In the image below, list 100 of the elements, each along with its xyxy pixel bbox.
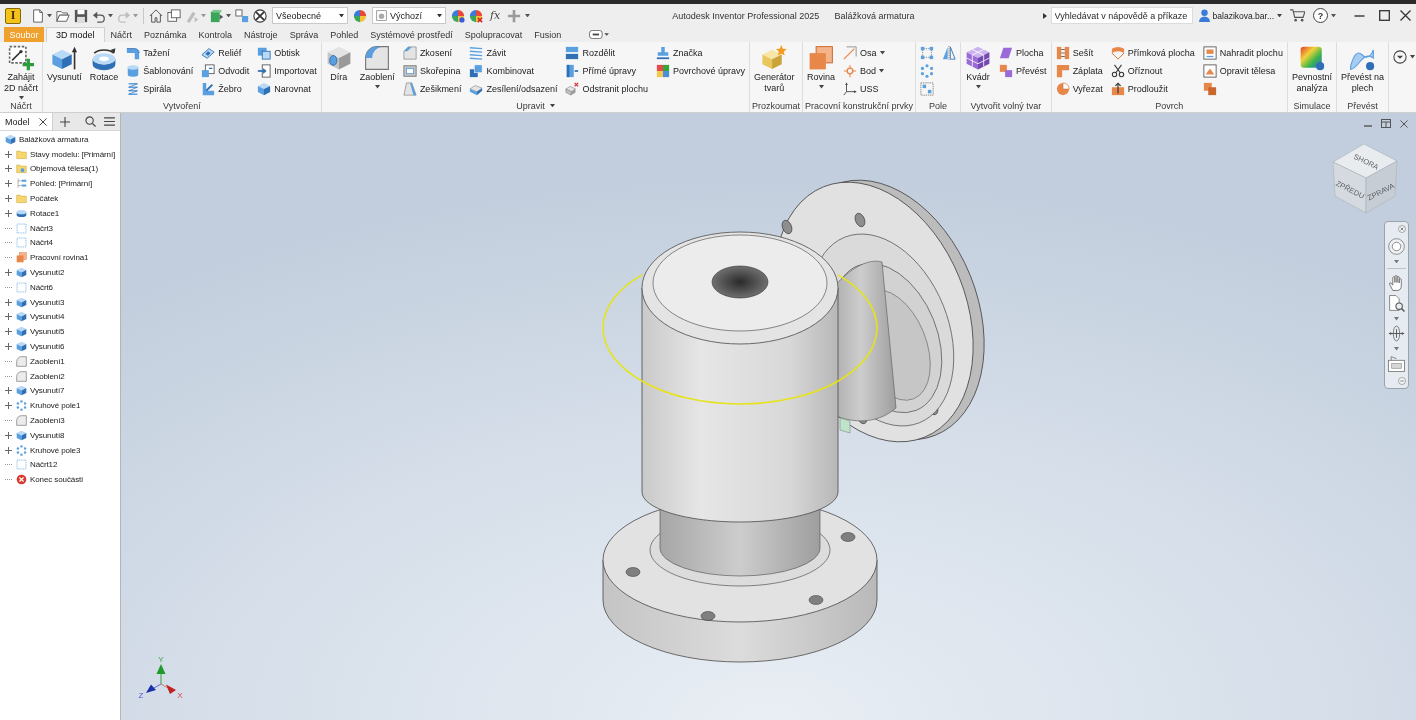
color-wheel-dot-icon[interactable]: [451, 8, 465, 23]
tool-button[interactable]: Šablonování: [124, 62, 196, 80]
framed-screen-icon[interactable]: [1388, 355, 1405, 373]
large-tool-button[interactable]: Kvádr: [963, 44, 994, 89]
expand-icon[interactable]: [5, 328, 12, 336]
tree-item[interactable]: Náčrt6: [30, 282, 53, 292]
ribbon-tab[interactable]: 3D model: [46, 27, 105, 42]
large-tool-button[interactable]: Rovina: [805, 44, 838, 89]
tree-item[interactable]: Zaoblení1: [30, 356, 65, 366]
page-magnifier-icon[interactable]: [1388, 295, 1405, 313]
save-icon[interactable]: [74, 8, 88, 23]
tree-item[interactable]: Balážková armatura: [19, 134, 89, 144]
maximize-icon[interactable]: [1379, 10, 1390, 21]
tool-button[interactable]: Plocha: [997, 44, 1049, 62]
ribbon-tab[interactable]: Poznámka: [138, 27, 193, 42]
plus-icon[interactable]: [59, 116, 70, 127]
tree-item[interactable]: Stavy modelu: [Primární]: [30, 149, 116, 159]
help-button[interactable]: ?: [1313, 8, 1328, 23]
panel-toggle-icon[interactable]: [589, 30, 610, 39]
large-tool-button[interactable]: Pevnostní analýza: [1289, 44, 1334, 94]
ribbon-tab[interactable]: Pohled: [324, 27, 365, 42]
tool-button[interactable]: USS: [841, 80, 887, 98]
tool-button[interactable]: Žebro: [199, 80, 252, 98]
tree-item[interactable]: Náčrt12: [30, 460, 58, 470]
toolbar-button[interactable]: [30, 7, 53, 24]
search-icon[interactable]: [85, 116, 96, 127]
tree-item[interactable]: Pohled: [Primární]: [30, 179, 93, 189]
expand-icon[interactable]: [5, 431, 12, 439]
close-icon[interactable]: [1400, 10, 1411, 21]
tool-button[interactable]: Převést: [997, 62, 1049, 80]
ribbon-tab[interactable]: Spolupracovat: [458, 27, 529, 42]
browser-tab[interactable]: Model: [0, 113, 53, 130]
ribbon-tab[interactable]: Systémové prostředí: [364, 27, 459, 42]
cart-icon[interactable]: [1290, 9, 1305, 22]
ribbon-tab[interactable]: Kontrola: [192, 27, 239, 42]
tool-button[interactable]: Značka: [654, 44, 748, 62]
large-tool-button[interactable]: Převést na plech: [1338, 44, 1386, 94]
expand-icon[interactable]: [5, 343, 12, 351]
tool-button[interactable]: Zesílení/odsazení: [467, 80, 560, 98]
tree-item[interactable]: Zaoblení3: [30, 416, 65, 426]
tool-button[interactable]: Odstranit plochu: [563, 80, 650, 98]
tree-item[interactable]: Vysunutí5: [30, 327, 65, 337]
tool-button[interactable]: Vyřezat: [1053, 80, 1105, 98]
expand-icon[interactable]: [5, 180, 12, 188]
large-tool-button[interactable]: Zahájit 2D náčrt: [2, 44, 40, 100]
tool-button[interactable]: Přímé úpravy: [563, 62, 650, 80]
minimize-icon[interactable]: [1354, 14, 1365, 17]
appearance-dropdown[interactable]: Výchozí: [372, 7, 446, 24]
tree-item[interactable]: Zaoblení2: [30, 371, 65, 381]
tool-button[interactable]: Kombinovat: [467, 62, 560, 80]
home-icon[interactable]: [149, 8, 163, 23]
tree-item[interactable]: Vysunutí4: [30, 312, 65, 322]
crossed-circle-icon[interactable]: [253, 8, 267, 23]
caret-icon[interactable]: [1331, 13, 1336, 18]
style-dropdown[interactable]: Všeobecné: [272, 7, 348, 24]
tool-button[interactable]: Nahradit plochu: [1200, 44, 1285, 62]
large-tool-button[interactable]: Vysunutí: [45, 44, 84, 83]
large-tool-button[interactable]: Rotace: [87, 44, 121, 83]
expand-icon[interactable]: [5, 209, 12, 217]
tree-item[interactable]: Objemová tělesa(1): [30, 164, 98, 174]
tree-item[interactable]: Vysunutí7: [30, 386, 65, 396]
tree-item[interactable]: Konec součásti: [30, 475, 83, 485]
tree-item[interactable]: Náčrt3: [30, 223, 53, 233]
tree-item[interactable]: Kruhové pole1: [30, 401, 81, 411]
expand-icon[interactable]: [5, 313, 12, 321]
tool-button[interactable]: Importovat: [255, 62, 319, 80]
tool-button[interactable]: Skořepina: [400, 62, 464, 80]
expand-icon[interactable]: [5, 195, 12, 203]
color-wheel-cross-icon[interactable]: [469, 8, 483, 23]
folder-icon[interactable]: [56, 8, 70, 23]
split-view-icon[interactable]: [1381, 119, 1391, 128]
tree-item[interactable]: Vysunutí8: [30, 430, 65, 440]
large-tool-button[interactable]: Díra: [323, 44, 354, 83]
tool-button[interactable]: Oříznout: [1108, 62, 1197, 80]
menu-icon[interactable]: [104, 117, 115, 126]
tree-item[interactable]: Vysunutí6: [30, 342, 65, 352]
orbit-arrows-icon[interactable]: [1388, 325, 1405, 343]
ribbon-tab[interactable]: Fusion: [528, 27, 568, 42]
tree-item[interactable]: Rotace1: [30, 208, 60, 218]
tool-button[interactable]: Obtisk: [255, 44, 319, 62]
expand-icon[interactable]: [5, 150, 12, 158]
tool-button[interactable]: [1390, 48, 1416, 66]
tool-button[interactable]: Reliéf: [199, 44, 252, 62]
large-tool-button[interactable]: Generátor tvarů: [752, 44, 797, 94]
tree-item[interactable]: Kruhové pole3: [30, 445, 81, 455]
tool-button[interactable]: Opravit tělesa: [1200, 62, 1285, 80]
parameters-button[interactable]: fx: [489, 7, 502, 24]
toolbar-button[interactable]: [209, 7, 232, 24]
tree-item[interactable]: Počátek: [30, 194, 59, 204]
ribbon-tab[interactable]: Nástroje: [238, 27, 284, 42]
tool-button[interactable]: Povrchové úpravy: [654, 62, 748, 80]
tree-item[interactable]: Vysunutí2: [30, 268, 65, 278]
expand-icon[interactable]: [5, 269, 12, 277]
tool-button[interactable]: Zkosení: [400, 44, 464, 62]
app-logo[interactable]: I: [5, 7, 21, 24]
tool-button[interactable]: Odvodit: [199, 62, 252, 80]
caret-icon[interactable]: [525, 13, 531, 18]
search-field[interactable]: Vyhledávat v nápovědě a příkaze: [1050, 7, 1193, 24]
close-icon[interactable]: [38, 117, 47, 126]
tool-button[interactable]: Tažení: [124, 44, 196, 62]
